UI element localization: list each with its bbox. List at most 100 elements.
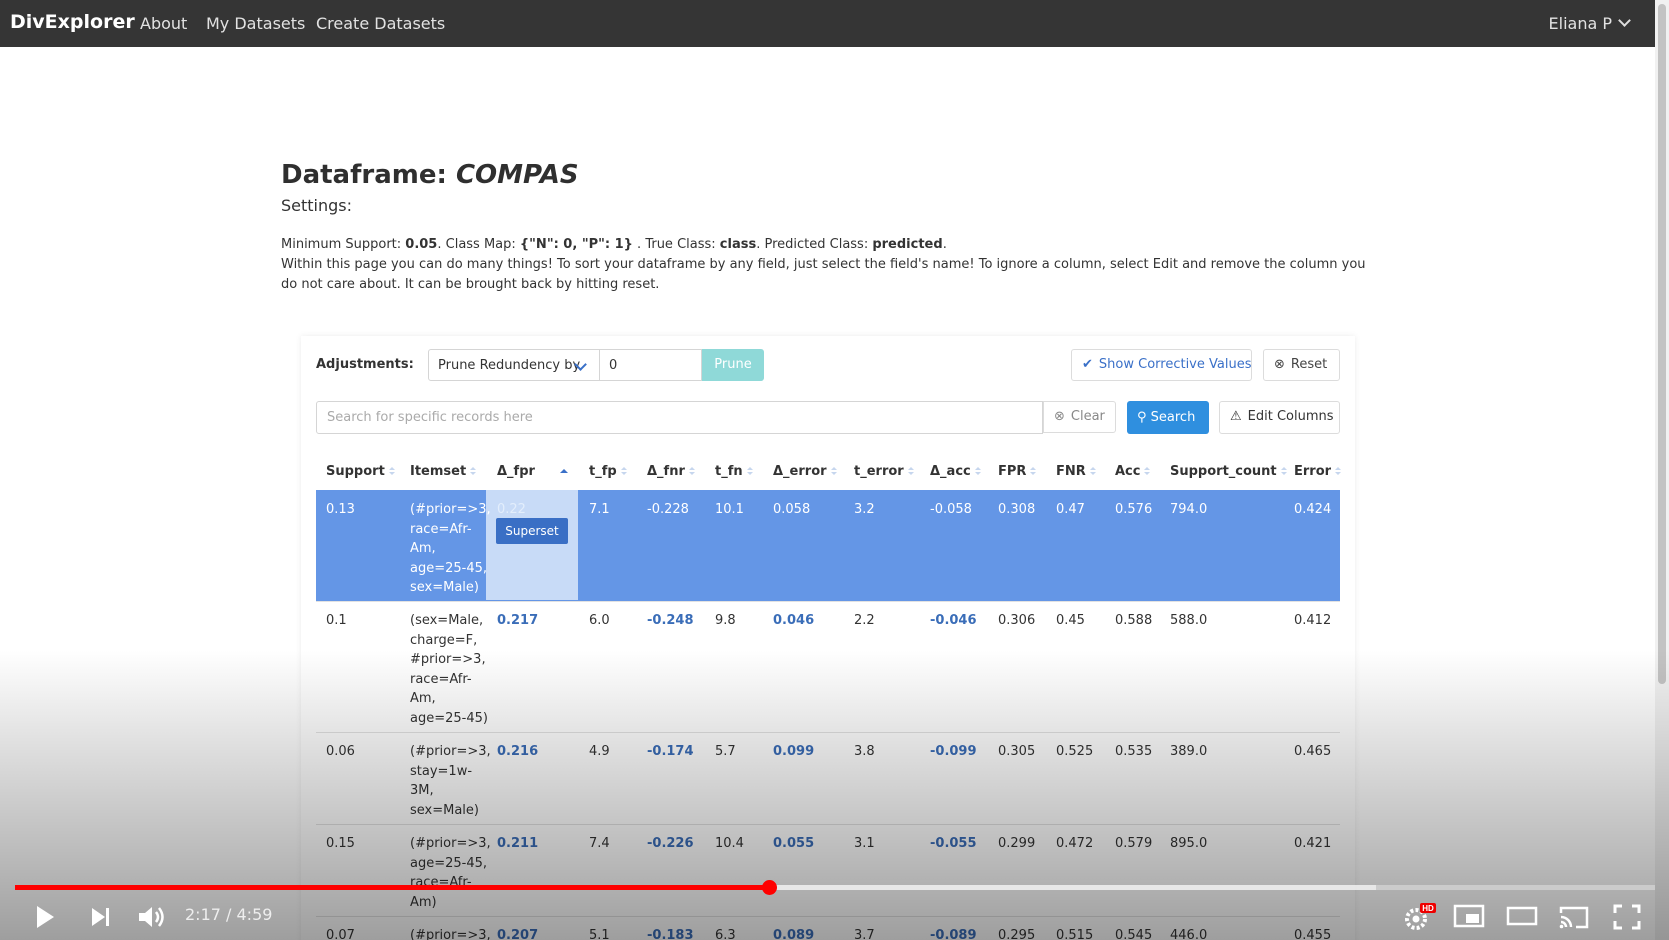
cell-fnr: 0.472	[1056, 836, 1094, 851]
cell-error: 0.421	[1294, 836, 1332, 851]
cell-support: 0.1	[326, 613, 347, 628]
progress-played	[15, 885, 769, 890]
cell-acc: 0.535	[1115, 744, 1153, 759]
column-header[interactable]: t_fp	[589, 464, 627, 479]
column-header[interactable]: Support_count	[1170, 464, 1287, 479]
cell-itemset: (sex=Male, charge=F, #prior=>3, race=Afr- Am…	[410, 613, 488, 726]
column-header[interactable]: Acc	[1115, 464, 1151, 479]
cell-d-fpr[interactable]: 0.22	[497, 500, 526, 520]
prune-button[interactable]: Prune	[702, 349, 764, 381]
cell-d-acc: -0.099	[930, 744, 977, 759]
cell-itemset: (#prior=>3, race=Afr- Am, age=25-45, sex=Mal…	[410, 502, 491, 595]
column-header[interactable]: t_fn	[715, 464, 753, 479]
cell-acc: 0.576	[1115, 502, 1153, 517]
show-corrective-values-button[interactable]: ✔ Show Corrective Values	[1071, 349, 1252, 381]
cell-support: 0.06	[326, 744, 355, 759]
column-header[interactable]: Δ_acc	[930, 464, 981, 479]
volume-icon[interactable]	[136, 903, 168, 931]
nav-about[interactable]: About	[140, 14, 187, 33]
cell-d-fnr: -0.174	[647, 744, 694, 759]
clear-button[interactable]: ⊗ Clear	[1043, 401, 1116, 433]
column-header[interactable]: FNR	[1056, 464, 1096, 479]
cell-t-error: 3.7	[854, 928, 875, 940]
next-icon[interactable]	[88, 903, 114, 931]
cast-icon[interactable]	[1558, 903, 1590, 931]
cell-d-error: 0.046	[773, 613, 815, 628]
cell-d-fpr[interactable]: 0.207	[497, 926, 538, 940]
table-row[interactable]: 0.1 (sex=Male, charge=F, #prior=>3, race=Afr…	[316, 601, 1340, 733]
cell-fpr: 0.308	[998, 502, 1036, 517]
user-name: Eliana P	[1548, 14, 1612, 33]
cell-t-error: 3.1	[854, 836, 875, 851]
cell-t-fn: 10.4	[715, 836, 744, 851]
cell-t-error: 3.8	[854, 744, 875, 759]
cell-support-count: 794.0	[1170, 502, 1208, 517]
table-row-selected[interactable]: 0.13 (#prior=>3, race=Afr- Am, age=25-45, sex…	[316, 490, 1340, 602]
table-row[interactable]: 0.15 (#prior=>3, age=25-45, race=Afr- Am) 0.2…	[316, 824, 1340, 917]
cell-d-fnr: -0.228	[647, 502, 689, 517]
column-header[interactable]: Itemset	[410, 464, 477, 479]
cell-fpr: 0.306	[998, 613, 1036, 628]
cell-fpr: 0.299	[998, 836, 1036, 851]
cell-itemset: (#prior=>3, stay=1w- 3M, sex=Male)	[410, 744, 491, 818]
sort-icon	[620, 467, 627, 476]
user-menu[interactable]: Eliana P	[1548, 14, 1631, 33]
time-display: 2:17 / 4:59	[185, 905, 273, 924]
cell-fnr: 0.45	[1056, 613, 1085, 628]
play-icon[interactable]	[30, 903, 58, 931]
scrollbar-thumb[interactable]	[1658, 4, 1666, 684]
nav-create-datasets[interactable]: Create Datasets	[316, 14, 445, 33]
search-input[interactable]: Search for specific records here	[316, 401, 1043, 434]
cell-error: 0.465	[1294, 744, 1332, 759]
fullscreen-icon[interactable]	[1612, 903, 1642, 931]
search-icon: ⚲	[1137, 410, 1151, 425]
page-description: Within this page you can do many things!…	[281, 257, 1366, 292]
cell-t-error: 2.2	[854, 613, 875, 628]
sort-icon	[1144, 467, 1151, 476]
reset-button[interactable]: ⊗ Reset	[1263, 349, 1340, 381]
miniplayer-icon[interactable]	[1453, 903, 1485, 929]
column-header[interactable]: Δ_fpr	[497, 464, 568, 479]
table-row[interactable]: 0.06 (#prior=>3, stay=1w- 3M, sex=Male) 0.216…	[316, 732, 1340, 825]
cell-acc: 0.579	[1115, 836, 1153, 851]
nav-my-datasets[interactable]: My Datasets	[206, 14, 305, 33]
sort-icon	[688, 467, 695, 476]
sort-icon	[470, 467, 477, 476]
video-frame[interactable]: DivExplorer About My Datasets Create Dat…	[0, 0, 1669, 940]
cell-d-fnr: -0.183	[647, 928, 694, 940]
superset-tooltip: Superset	[496, 518, 568, 544]
hd-badge: HD	[1422, 904, 1434, 913]
settings-line: Minimum Support: 0.05. Class Map: {"N": …	[281, 237, 947, 252]
sort-icon	[907, 467, 914, 476]
column-header[interactable]: Support	[326, 464, 395, 479]
cell-d-acc: -0.055	[930, 836, 977, 851]
theater-mode-icon[interactable]	[1506, 903, 1538, 929]
column-header[interactable]: Δ_error	[773, 464, 837, 479]
brand-logo[interactable]: DivExplorer	[10, 11, 135, 33]
cell-support: 0.07	[326, 928, 355, 940]
cell-d-error: 0.058	[773, 502, 811, 517]
progress-scrubber[interactable]	[762, 880, 777, 895]
cell-itemset: (#prior=>3, age=25-45, race=Afr- Am)	[410, 836, 491, 910]
column-header[interactable]: t_error	[854, 464, 914, 479]
prune-value-input[interactable]: 0	[600, 349, 702, 381]
close-circle-icon: ⊗	[1274, 357, 1285, 372]
cell-t-fn: 9.8	[715, 613, 736, 628]
cell-d-fnr: -0.248	[647, 613, 694, 628]
search-button[interactable]: ⚲ Search	[1127, 401, 1209, 434]
column-header[interactable]: Error	[1294, 464, 1342, 479]
prune-select[interactable]: Prune Redundency by	[428, 349, 600, 381]
edit-columns-button[interactable]: ⚠ Edit Columns	[1219, 401, 1340, 434]
table-row[interactable]: 0.07 (#prior=>3, 0.207 5.1 -0.183 6.3 0.089 3.7…	[316, 916, 1340, 940]
warning-icon: ⚠	[1230, 409, 1242, 424]
cell-d-fpr[interactable]: 0.217	[497, 611, 538, 631]
column-header[interactable]: Δ_fnr	[647, 464, 695, 479]
column-header[interactable]: FPR	[998, 464, 1037, 479]
settings-label: Settings:	[281, 196, 353, 215]
cell-t-fn: 10.1	[715, 502, 744, 517]
settings-gear-icon[interactable]: HD	[1402, 903, 1436, 933]
cell-d-fpr[interactable]: 0.216	[497, 742, 538, 762]
cell-d-fpr[interactable]: 0.211	[497, 834, 538, 854]
cell-t-fn: 6.3	[715, 928, 736, 940]
cell-d-error: 0.055	[773, 836, 815, 851]
